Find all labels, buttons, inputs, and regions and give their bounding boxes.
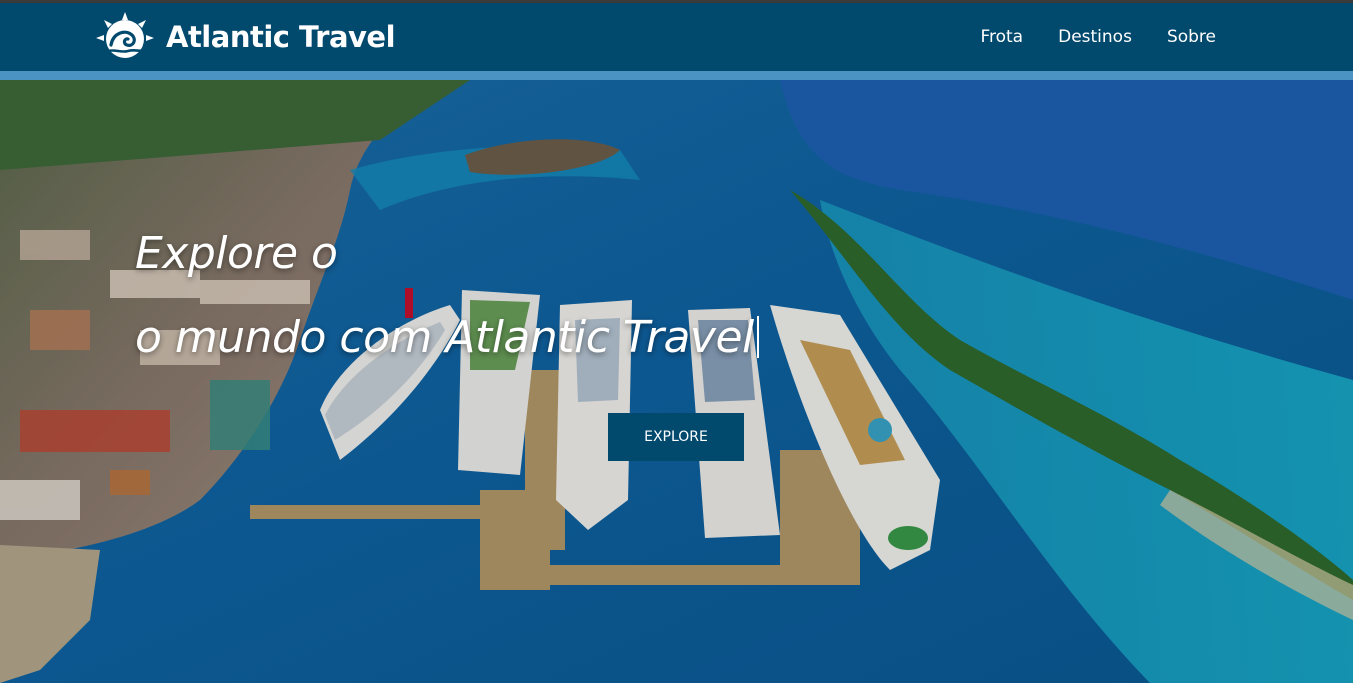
hero-heading-line-2: o mundo com Atlantic Travel (135, 312, 759, 363)
brand-name: Atlantic Travel (166, 20, 396, 54)
brand[interactable]: Atlantic Travel (95, 11, 396, 63)
typing-cursor (756, 316, 759, 358)
nav-link-sobre[interactable]: Sobre (1167, 27, 1216, 47)
hero-background-photo (0, 80, 1353, 683)
hero-section: Explore o o mundo com Atlantic Travel EX… (0, 80, 1353, 683)
navbar: Atlantic Travel Frota Destinos Sobre (0, 3, 1353, 71)
wave-sun-icon (96, 12, 154, 58)
nav-link-destinos[interactable]: Destinos (1058, 27, 1132, 47)
main-nav: Frota Destinos Sobre (980, 27, 1216, 47)
hero-heading-line-1: Explore o (135, 228, 338, 279)
explore-button[interactable]: EXPLORE (608, 413, 744, 461)
nav-link-frota[interactable]: Frota (980, 27, 1023, 47)
hero-heading-line-2-text: o mundo com Atlantic Travel (135, 312, 754, 363)
navbar-accent-stripe (0, 71, 1353, 80)
